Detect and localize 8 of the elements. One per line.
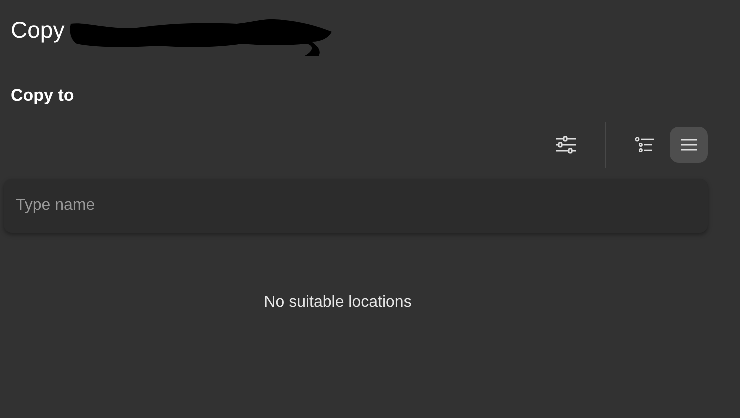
empty-message: No suitable locations bbox=[263, 294, 413, 312]
sliders-icon bbox=[555, 136, 577, 154]
section-heading: Copy to bbox=[11, 86, 76, 106]
outline-list-icon bbox=[635, 137, 655, 153]
search-field[interactable]: Type name bbox=[4, 179, 708, 233]
window-title: Copy bbox=[11, 16, 65, 44]
list-icon bbox=[680, 138, 698, 152]
list-view-button[interactable] bbox=[670, 127, 708, 163]
